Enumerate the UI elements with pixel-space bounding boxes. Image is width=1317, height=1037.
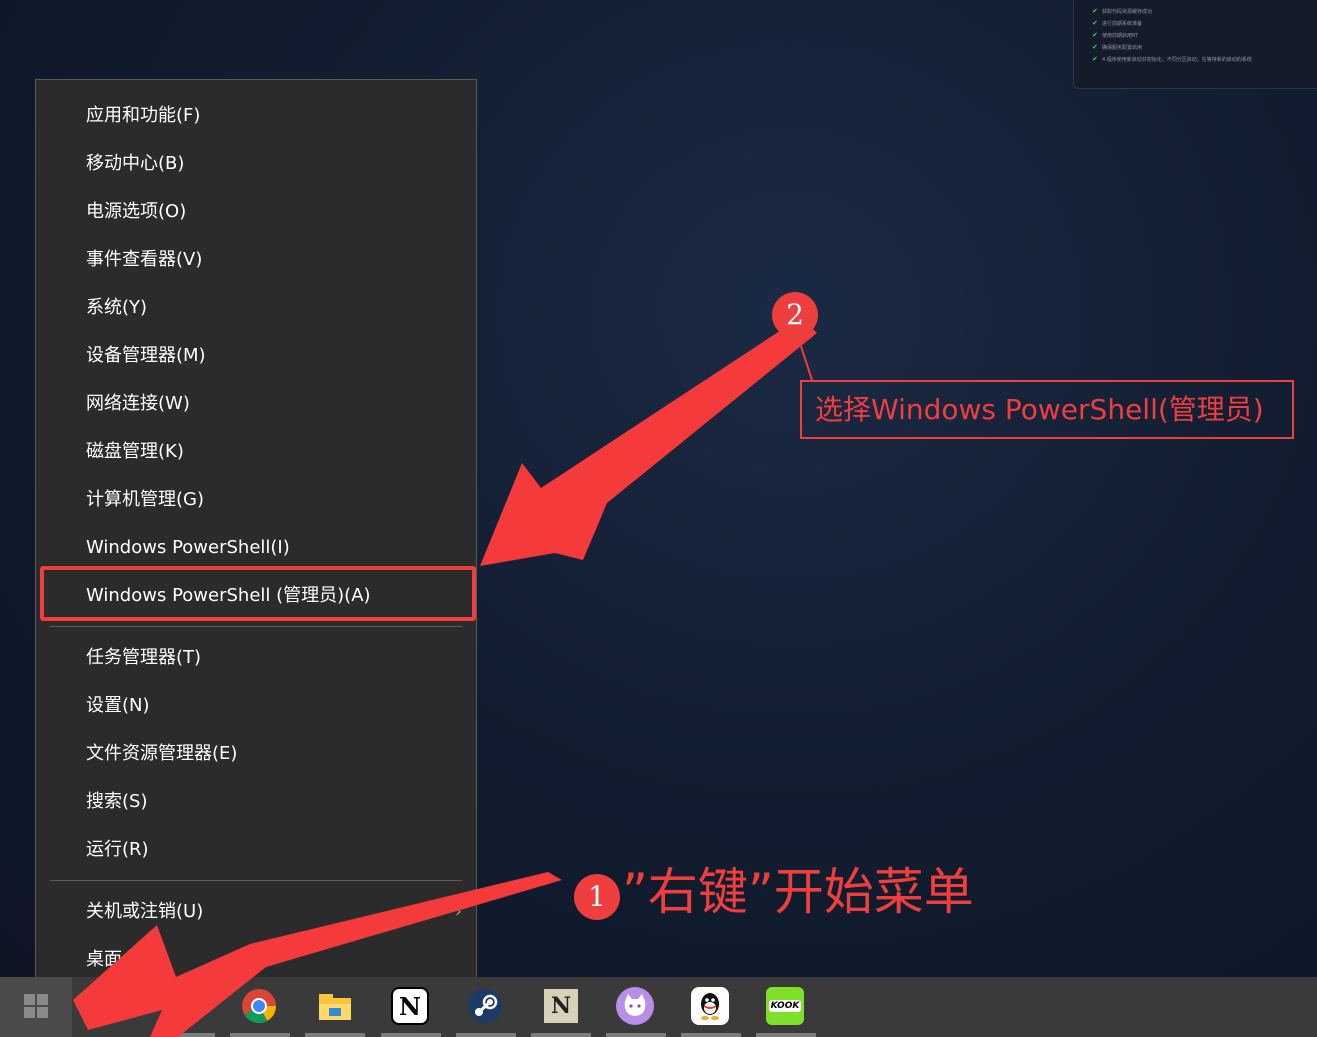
search-icon[interactable]: [88, 987, 126, 1025]
menu-item-file-explorer[interactable]: 文件资源管理器(E): [36, 730, 476, 778]
notification-line: ✔ 4.程序使用新启动并初始化，不同分区启动，在等待新的启动的系统: [1092, 55, 1252, 63]
running-indicator: [456, 1033, 516, 1037]
menu-item-settings[interactable]: 设置(N): [36, 682, 476, 730]
chrome-icon[interactable]: [240, 987, 278, 1025]
menu-item-computer-management[interactable]: 计算机管理(G): [36, 476, 476, 524]
menu-item-powershell[interactable]: Windows PowerShell(I): [36, 524, 476, 572]
menu-item-shutdown-signout[interactable]: 关机或注销(U) ›: [36, 888, 476, 936]
running-indicator: [531, 1033, 591, 1037]
taskbar: N N KOOK: [0, 977, 1317, 1037]
check-icon: ✔: [1092, 43, 1098, 51]
chevron-right-icon: ›: [454, 901, 462, 922]
running-indicator: [606, 1033, 666, 1037]
step-1-badge: 1: [574, 874, 620, 920]
menu-item-run[interactable]: 运行(R): [36, 826, 476, 874]
menu-item-disk-management[interactable]: 磁盘管理(K): [36, 428, 476, 476]
kook-icon[interactable]: KOOK: [766, 987, 804, 1025]
start-button[interactable]: [0, 977, 72, 1037]
step-2-badge: 2: [772, 292, 818, 338]
steam-icon[interactable]: [466, 987, 504, 1025]
qq-icon[interactable]: [691, 987, 729, 1025]
running-indicator: [230, 1033, 290, 1037]
cat-app-icon[interactable]: [616, 987, 654, 1025]
step-1-callout: ”右键”开始菜单: [622, 863, 974, 921]
highlight-box: [40, 566, 476, 621]
check-icon: ✔: [1092, 19, 1098, 27]
menu-item-apps-features[interactable]: 应用和功能(F): [36, 92, 476, 140]
menu-item-system[interactable]: 系统(Y): [36, 284, 476, 332]
menu-item-event-viewer[interactable]: 事件查看器(V): [36, 236, 476, 284]
start-context-menu: 应用和功能(F) 移动中心(B) 电源选项(O) 事件查看器(V) 系统(Y) …: [35, 79, 477, 995]
menu-item-power-options[interactable]: 电源选项(O): [36, 188, 476, 236]
check-icon: ✔: [1092, 7, 1098, 15]
callout-leader-line: [797, 336, 813, 381]
menu-separator: [50, 626, 462, 627]
running-indicator: [155, 1033, 215, 1037]
menu-item-device-manager[interactable]: 设备管理器(M): [36, 332, 476, 380]
edge-icon[interactable]: [167, 987, 205, 1025]
notification-line: ✔ 进行前期系统准备: [1092, 19, 1143, 27]
menu-item-label: 关机或注销(U): [86, 901, 204, 922]
arrow-to-powershell-admin: [480, 317, 817, 566]
notification-line: ✔ 使用前期启用RT: [1092, 31, 1139, 39]
menu-item-mobility-center[interactable]: 移动中心(B): [36, 140, 476, 188]
notion-enhanced-icon[interactable]: N: [542, 987, 580, 1025]
notification-panel: ✔ 获取代码资源缓存成功 ✔ 进行前期系统准备 ✔ 使用前期启用RT ✔ 确保服务配置启…: [1073, 0, 1317, 89]
notion-icon[interactable]: N: [391, 987, 429, 1025]
step-2-callout: 选择Windows PowerShell(管理员): [800, 380, 1294, 439]
running-indicator: [381, 1033, 441, 1037]
file-explorer-icon[interactable]: [316, 987, 354, 1025]
windows-start-icon: [24, 994, 48, 1018]
menu-item-task-manager[interactable]: 任务管理器(T): [36, 634, 476, 682]
check-icon: ✔: [1092, 55, 1098, 63]
notification-line: ✔ 确保服务配置启用: [1092, 43, 1143, 51]
notification-line: ✔ 获取代码资源缓存成功: [1092, 7, 1153, 15]
check-icon: ✔: [1092, 31, 1098, 39]
running-indicator: [305, 1033, 365, 1037]
menu-separator: [50, 880, 462, 881]
menu-item-search[interactable]: 搜索(S): [36, 778, 476, 826]
menu-item-network-connections[interactable]: 网络连接(W): [36, 380, 476, 428]
running-indicator: [681, 1033, 741, 1037]
running-indicator: [756, 1033, 816, 1037]
